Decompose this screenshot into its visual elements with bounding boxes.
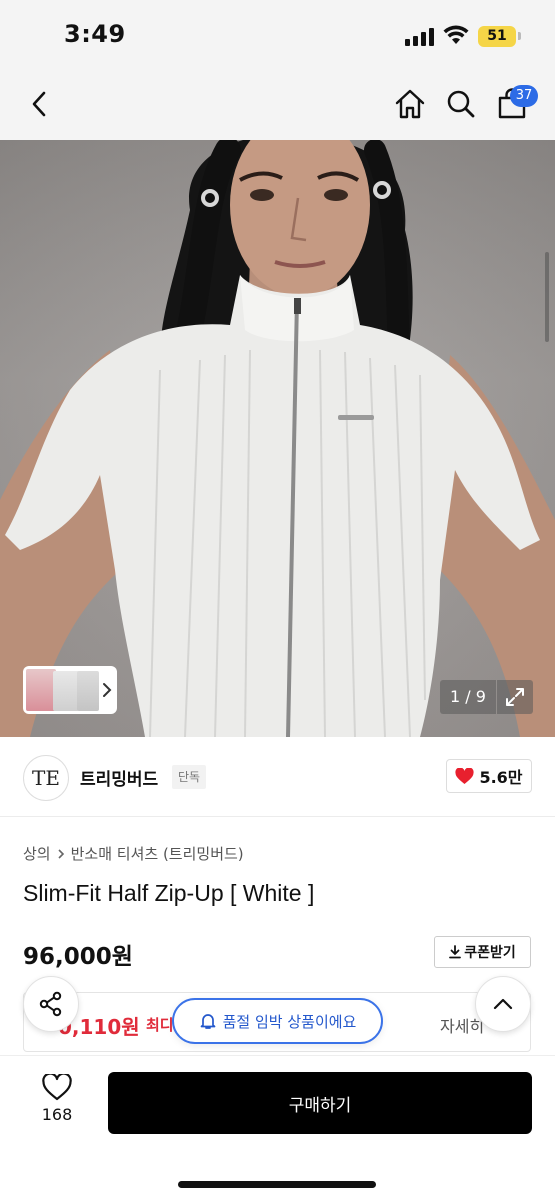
exclusive-badge: 단독: [172, 765, 207, 789]
battery-icon: 51: [478, 26, 516, 47]
color-variants-thumbnail[interactable]: [23, 666, 117, 714]
home-icon: [395, 89, 425, 119]
home-indicator: [178, 1181, 376, 1188]
heart-outline-icon: [42, 1074, 72, 1101]
bell-icon: [200, 1014, 215, 1029]
status-bar: 3:49 51: [0, 0, 555, 72]
back-icon: [32, 91, 46, 117]
brand-like-count: 5.6만: [479, 768, 523, 787]
share-button[interactable]: [23, 976, 79, 1032]
chevron-right-icon: [103, 683, 112, 697]
expand-icon: [506, 688, 524, 706]
chevron-right-icon: [58, 848, 64, 859]
thumbnail-gray: [77, 671, 99, 711]
search-button[interactable]: [441, 84, 481, 124]
max-discount-label: 최디: [146, 1016, 174, 1034]
low-stock-toast[interactable]: 품절 임박 상품이에요: [172, 998, 383, 1044]
chevron-up-icon: [493, 998, 513, 1010]
expand-image-button[interactable]: [497, 680, 533, 714]
buy-button[interactable]: 구매하기: [108, 1072, 532, 1134]
signal-icon: [405, 28, 435, 46]
thumbnail-white: [53, 671, 79, 711]
breadcrumb-category[interactable]: 상의: [23, 843, 51, 864]
brand-like-button[interactable]: 5.6만: [446, 759, 532, 793]
product-price: 96,000원: [23, 944, 133, 970]
status-time: 3:49: [64, 20, 126, 48]
wishlist-button[interactable]: 168: [28, 1074, 86, 1134]
thumbnail-pink: [26, 669, 56, 711]
brand-row: TE 트리밍버드 단독 5.6만: [0, 737, 555, 817]
brand-logo[interactable]: TE: [23, 755, 69, 801]
home-button[interactable]: [390, 84, 430, 124]
cart-count-badge: 37: [510, 85, 538, 107]
breadcrumb: 상의 반소매 티셔츠 (트리밍버드): [23, 843, 244, 864]
heart-filled-icon: [455, 767, 475, 784]
brand-name[interactable]: 트리밍버드: [80, 765, 158, 790]
battery-tip: [518, 32, 521, 40]
toast-text: 품절 임박 상품이에요: [222, 1012, 357, 1031]
scroll-indicator[interactable]: [545, 252, 549, 342]
get-coupon-button[interactable]: 쿠폰받기: [434, 936, 531, 968]
top-nav-bar: [0, 72, 555, 140]
coupon-label: 쿠폰받기: [464, 945, 516, 961]
model-photo: [0, 140, 555, 737]
scroll-to-top-button[interactable]: [475, 976, 531, 1032]
wifi-icon: [443, 25, 469, 44]
product-title: Slim-Fit Half Zip-Up [ White ]: [23, 880, 315, 906]
wishlist-count: 168: [41, 1105, 73, 1124]
back-button[interactable]: [20, 84, 60, 124]
product-image[interactable]: [0, 140, 555, 737]
download-icon: [449, 945, 462, 959]
image-page-counter: 1 / 9: [440, 680, 496, 714]
share-icon: [39, 991, 62, 1017]
breadcrumb-subcategory[interactable]: 반소매 티셔츠 (트리밍버드): [71, 843, 244, 864]
search-icon: [447, 90, 475, 118]
